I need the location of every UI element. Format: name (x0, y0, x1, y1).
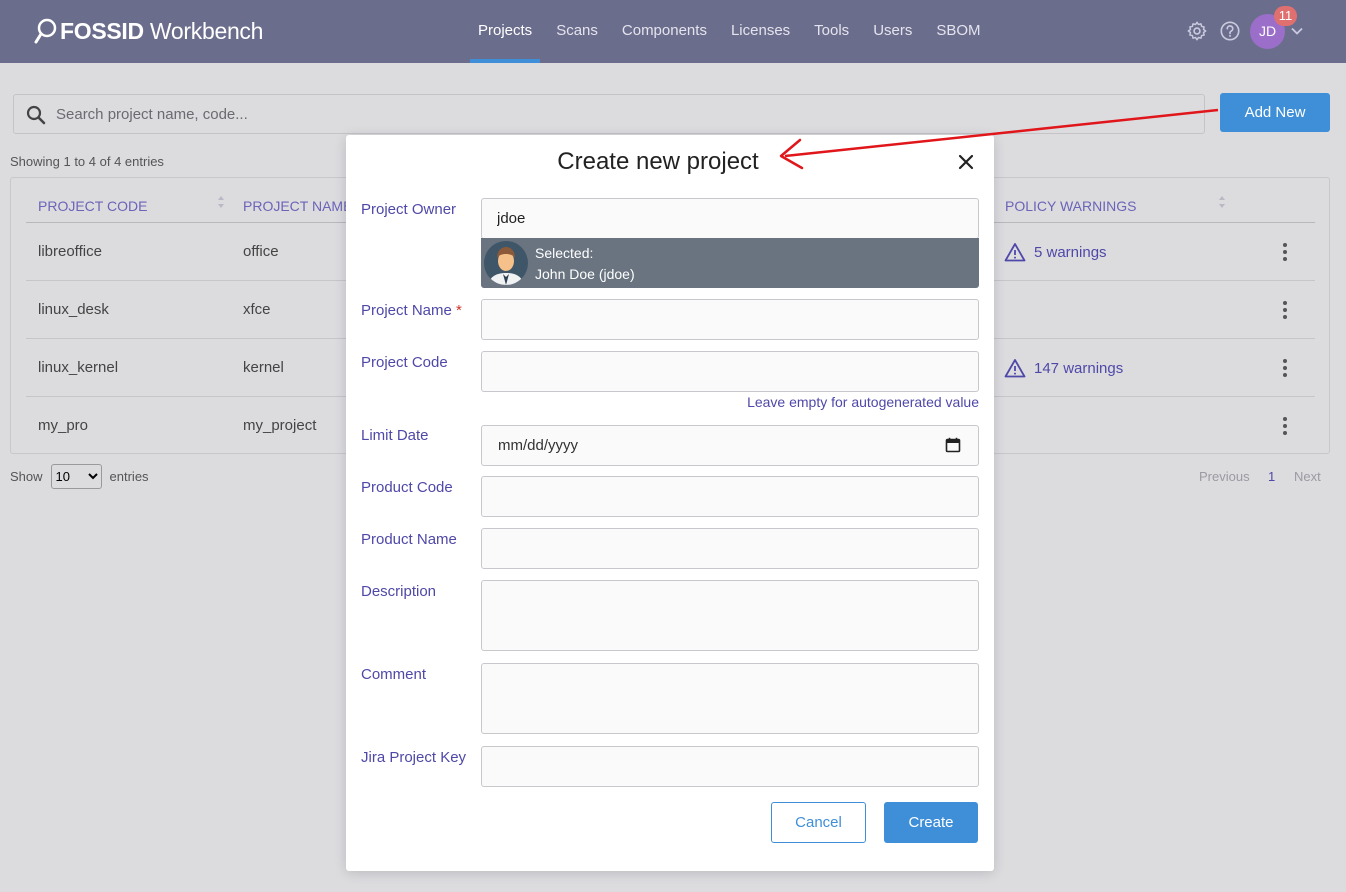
help-icon[interactable] (1219, 20, 1241, 42)
policy-warnings-link[interactable]: 147 warnings (1004, 358, 1123, 378)
product-code-label: Product Code (361, 479, 453, 496)
project-code-input[interactable] (481, 351, 979, 392)
row-menu-icon[interactable] (1282, 358, 1288, 378)
show-label: Show (10, 469, 43, 484)
project-owner-label: Project Owner (361, 201, 457, 218)
nav-projects[interactable]: Projects (466, 0, 544, 63)
product-name-input[interactable] (481, 528, 979, 569)
nav-licenses[interactable]: Licenses (719, 0, 802, 63)
selected-owner-option[interactable]: Selected: John Doe (jdoe) (481, 238, 979, 288)
column-header-project-code[interactable]: PROJECT CODE (38, 198, 147, 214)
project-name-label-text: Project Name (361, 302, 452, 319)
pager-page-1[interactable]: 1 (1268, 469, 1275, 484)
project-search (13, 94, 1205, 134)
row-menu-icon[interactable] (1282, 416, 1288, 436)
calendar-icon[interactable] (945, 437, 961, 453)
close-icon[interactable] (958, 154, 974, 170)
create-project-modal: Create new project Project Owner Selecte… (346, 135, 994, 871)
product-name-label: Product Name (361, 531, 457, 548)
warning-triangle-icon (1004, 359, 1026, 378)
nav-scans[interactable]: Scans (544, 0, 610, 63)
warning-triangle-icon (1004, 243, 1026, 262)
main-nav: Projects Scans Components Licenses Tools… (466, 0, 993, 63)
sort-icon[interactable] (217, 194, 225, 210)
cell-project-code: my_pro (38, 417, 89, 434)
pager-previous[interactable]: Previous (1199, 469, 1250, 484)
entries-info: Showing 1 to 4 of 4 entries (10, 154, 164, 169)
nav-tools[interactable]: Tools (802, 0, 861, 63)
cell-project-name: kernel (243, 359, 284, 376)
sort-icon[interactable] (1218, 194, 1226, 210)
jira-project-key-input[interactable] (481, 746, 979, 787)
nav-components[interactable]: Components (610, 0, 719, 63)
project-name-label: Project Name * (361, 302, 462, 319)
cell-project-code: libreoffice (38, 243, 102, 260)
nav-sbom[interactable]: SBOM (924, 0, 992, 63)
fossid-logo[interactable]: FOSSID Workbench (34, 17, 263, 45)
cell-project-name: my_project (243, 417, 317, 434)
limit-date-input[interactable]: mm/dd/yyyy (481, 425, 979, 466)
pager-next[interactable]: Next (1294, 469, 1321, 484)
row-menu-icon[interactable] (1282, 242, 1288, 262)
modal-title: Create new project (557, 148, 759, 175)
project-code-hint: Leave empty for autogenerated value (747, 394, 979, 410)
user-avatar (484, 241, 528, 285)
column-header-project-name[interactable]: PROJECT NAME (243, 198, 352, 214)
warnings-count: 147 warnings (1034, 359, 1124, 377)
search-input[interactable] (56, 95, 1156, 133)
nav-users[interactable]: Users (861, 0, 924, 63)
cell-project-name: xfce (243, 301, 271, 318)
required-mark: * (456, 302, 462, 319)
project-code-label: Project Code (361, 354, 448, 371)
gear-icon[interactable] (1186, 20, 1208, 42)
project-name-input[interactable] (481, 299, 979, 340)
comment-label: Comment (361, 666, 427, 683)
comment-textarea[interactable] (481, 663, 979, 734)
logo-text: FOSSID Workbench (60, 17, 264, 44)
add-new-button[interactable]: Add New (1220, 93, 1330, 132)
search-icon (26, 105, 46, 125)
page-length-control: Show 10 entries (10, 464, 149, 489)
entries-label: entries (109, 469, 149, 484)
cell-project-name: office (243, 243, 279, 260)
limit-date-label: Limit Date (361, 427, 429, 444)
cell-project-code: linux_desk (38, 301, 109, 318)
jira-project-key-label: Jira Project Key (361, 749, 467, 766)
product-code-input[interactable] (481, 476, 979, 517)
policy-warnings-link[interactable]: 5 warnings (1004, 242, 1107, 262)
project-owner-input[interactable] (481, 198, 979, 239)
notification-badge: 11 (1274, 6, 1297, 26)
user-avatar-icon (484, 241, 528, 285)
cell-project-code: linux_kernel (38, 359, 119, 376)
create-button[interactable]: Create (884, 802, 978, 843)
top-header: FOSSID Workbench Projects Scans Componen… (0, 0, 1346, 63)
chevron-down-icon[interactable] (1290, 24, 1304, 38)
date-placeholder: mm/dd/yyyy (498, 437, 579, 454)
description-textarea[interactable] (481, 580, 979, 651)
column-header-policy-warnings[interactable]: POLICY WARNINGS (1005, 198, 1136, 214)
description-label: Description (361, 583, 437, 600)
selected-user-name: John Doe (jdoe) (535, 266, 635, 282)
row-menu-icon[interactable] (1282, 300, 1288, 320)
magnifier-logo-icon (34, 18, 57, 44)
warnings-count: 5 warnings (1034, 243, 1107, 261)
page-length-select[interactable]: 10 (50, 464, 102, 489)
cancel-button[interactable]: Cancel (771, 802, 866, 843)
selected-label: Selected: (535, 245, 594, 261)
